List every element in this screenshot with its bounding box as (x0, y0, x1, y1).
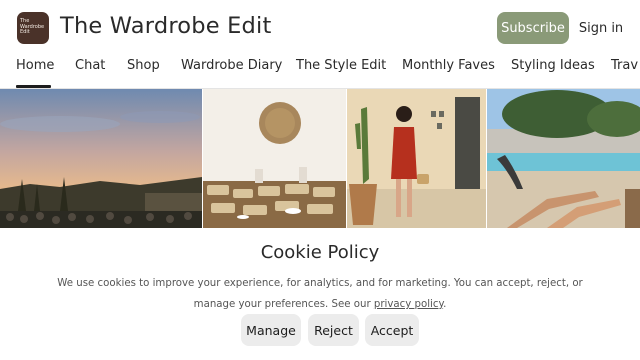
nav-item-the-style-edit[interactable]: The Style Edit (296, 58, 386, 73)
manage-cookies-button[interactable]: Manage (241, 314, 301, 346)
cookie-text-part: . (443, 299, 447, 310)
privacy-policy-link[interactable]: privacy policy (374, 299, 443, 310)
subscribe-button[interactable]: Subscribe (497, 12, 569, 44)
main-nav: Home Chat Shop Wardrobe Diary The Style … (0, 56, 640, 89)
nav-item-home[interactable]: Home (16, 58, 54, 73)
nav-item-monthly-faves[interactable]: Monthly Faves (402, 58, 495, 73)
nav-item-chat[interactable]: Chat (75, 58, 105, 73)
cookie-banner: Cookie Policy We use cookies to improve … (0, 228, 640, 360)
nav-item-wardrobe-diary[interactable]: Wardrobe Diary (181, 58, 282, 73)
accept-cookies-button[interactable]: Accept (365, 314, 419, 346)
site-header: The Wardrobe Edit The Wardrobe Edit Subs… (0, 0, 640, 56)
red-dress-woman-photo[interactable] (347, 89, 486, 228)
nav-item-travel[interactable]: Trav (611, 58, 638, 73)
nav-item-styling-ideas[interactable]: Styling Ideas (511, 58, 595, 73)
active-tab-indicator (16, 85, 51, 88)
site-logo[interactable]: The Wardrobe Edit (17, 12, 49, 44)
sunset-trees-photo[interactable] (0, 89, 202, 228)
cookie-policy-title: Cookie Policy (260, 242, 380, 263)
reject-cookies-button[interactable]: Reject (308, 314, 359, 346)
cookie-text-part: We use cookies to improve your experienc… (57, 278, 583, 310)
brunch-buffet-photo[interactable] (203, 89, 346, 228)
sign-in-button[interactable]: Sign in (578, 12, 624, 44)
photo-strip (0, 89, 640, 228)
cookie-policy-text: We use cookies to improve your experienc… (35, 273, 605, 315)
site-title[interactable]: The Wardrobe Edit (60, 13, 272, 39)
logo-text-line: Edit (20, 29, 30, 35)
nav-item-shop[interactable]: Shop (127, 58, 160, 73)
poolside-legs-photo[interactable] (487, 89, 640, 228)
